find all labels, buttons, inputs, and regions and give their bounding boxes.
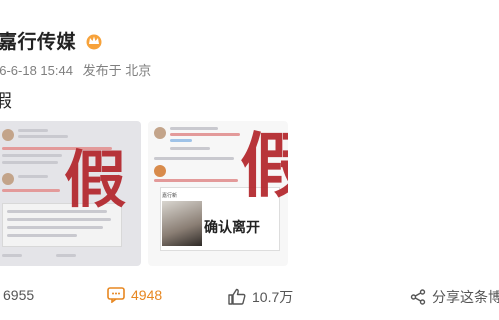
fake-stamp: 假 [240,124,288,207]
author-name[interactable]: 嘉行传媒 [0,27,103,54]
comment-icon [107,287,125,304]
share-label: 分享这条博 [432,289,499,305]
fake-stamp: 假 [64,143,127,216]
post-text: 假 [0,91,12,111]
like-button[interactable]: 10.7万 [228,287,293,307]
portrait-photo [162,201,202,246]
screenshot-avatar [2,129,14,141]
comment-button[interactable]: 4948 [107,287,163,304]
share-icon [410,289,426,305]
screenshot-avatar [154,127,166,139]
overlay-text: 确认离开 [204,219,260,235]
crown-badge-icon [86,34,102,50]
post-date[interactable]: 26-6-18 15:44 [0,63,73,78]
screenshot-avatar-2 [2,173,14,185]
like-count: 10.7万 [252,289,294,305]
repost-count: 6955 [3,287,35,303]
post-image-2[interactable]: 嘉行新 确认离开 假 [148,121,288,266]
post-location: 发布于 北京 [82,63,152,78]
card-caption: 嘉行新 [162,193,178,199]
screenshot-avatar-2 [154,165,166,177]
post-image-1[interactable]: 假 [0,121,141,266]
author-name-text[interactable]: 嘉行传媒 [0,32,76,53]
post-meta: 26-6-18 15:44 发布于 北京 [0,60,157,79]
share-button[interactable]: 分享这条博 [410,287,499,307]
thumbs-up-icon [228,288,246,305]
comment-count: 4948 [131,287,163,303]
repost-button[interactable]: 6955 [3,287,34,303]
